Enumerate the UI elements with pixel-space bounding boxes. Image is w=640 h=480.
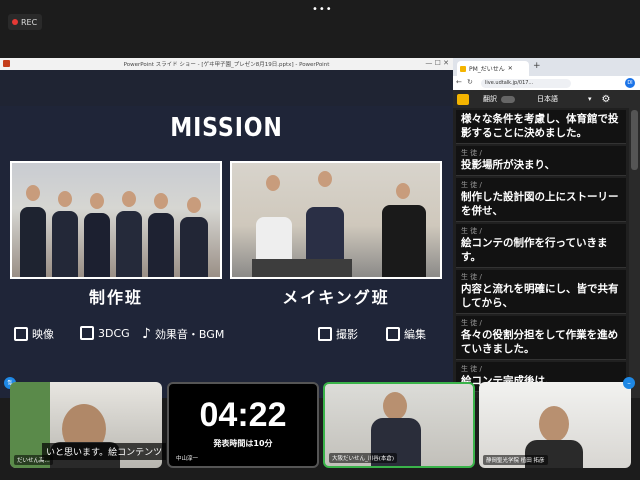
caption-text: 制作した設計図の上にストーリーを併せ、 bbox=[461, 191, 619, 217]
caption-browser-window: PM_だいせん ✕ + ← ↻ live.udtalk.jp/017... DI… bbox=[453, 58, 640, 398]
caption-message: 生 徒 / 投影場所が決まり、 bbox=[456, 146, 626, 176]
participant-tile-3[interactable]: 大阪だいせん_川谷(本倉) bbox=[323, 382, 475, 468]
powerpoint-title-bar[interactable]: PowerPoint スライド ショー - [ゲヰ甲子園_プレゼン8月19日.p… bbox=[0, 58, 453, 70]
browser-tab[interactable]: PM_だいせん ✕ bbox=[457, 61, 529, 76]
language-select[interactable]: 日本語 bbox=[537, 94, 558, 104]
caption-speaker: 生 徒 / bbox=[461, 319, 482, 327]
powerpoint-logo-icon bbox=[3, 60, 10, 67]
caption-speaker: 生 徒 / bbox=[461, 149, 482, 157]
expand-badge-icon[interactable]: – bbox=[623, 377, 635, 389]
translate-toggle[interactable] bbox=[501, 95, 515, 103]
cube-icon bbox=[80, 326, 94, 340]
tab-favicon-icon bbox=[460, 65, 466, 72]
participant-tile-4[interactable]: 静岡聖光学院 植田 拓彦 bbox=[479, 382, 631, 468]
item-shooting: 撮影 bbox=[318, 326, 358, 342]
window-controls[interactable]: — ☐ ✕ bbox=[425, 59, 449, 67]
translate-label: 翻訳 bbox=[483, 95, 497, 103]
caption-text: 投影場所が決まり、 bbox=[461, 159, 556, 171]
new-tab-icon[interactable]: + bbox=[533, 61, 541, 71]
item-sound: ♪ 効果音・BGM bbox=[142, 326, 224, 342]
back-icon[interactable]: ← bbox=[456, 78, 462, 86]
translation-bar: 翻訳 日本語 ▾ ⚙ bbox=[453, 90, 640, 108]
window-menu-button[interactable]: ••• bbox=[312, 4, 333, 15]
caption-speaker: 生 徒 / bbox=[461, 181, 482, 189]
live-subtitle: いと思います。絵コンテンツ bbox=[42, 443, 167, 460]
dropdown-icon[interactable]: ▾ bbox=[588, 95, 592, 103]
video-icon bbox=[14, 327, 28, 341]
browser-tab-bar: PM_だいせん ✕ + bbox=[453, 58, 640, 76]
item-3dcg: 3DCG bbox=[80, 326, 130, 340]
participant-name: 大阪だいせん_川谷(本倉) bbox=[329, 453, 398, 463]
record-dot-icon bbox=[12, 19, 18, 25]
caption-text: 内容と流れを明確にし、皆で共有してから、 bbox=[461, 283, 619, 309]
profile-avatar[interactable]: DI bbox=[625, 78, 635, 88]
timer-tile[interactable]: 04:22 発表時間は10分 中山淳一 bbox=[167, 382, 319, 468]
countdown-timer: 04:22 bbox=[199, 396, 287, 434]
caption-message: 生 徒 / 各々の役割分担をして作業を進めていきました。 bbox=[456, 316, 626, 360]
item-editing: 編集 bbox=[386, 326, 426, 342]
team-left-label: 制作班 bbox=[88, 288, 143, 307]
caption-message: 生 徒 / 絵コンテの制作を行っていきます。 bbox=[456, 224, 626, 268]
app-logo-icon bbox=[457, 93, 469, 105]
caption-text: 様々な条件を考慮し、体育館で投影することに決めました。 bbox=[461, 113, 619, 139]
item-label: 編集 bbox=[404, 328, 426, 341]
production-team-photo bbox=[10, 161, 222, 279]
caption-text: 各々の役割分担をして作業を進めていきました。 bbox=[461, 329, 619, 355]
item-label: 映像 bbox=[32, 328, 54, 341]
item-label: 効果音・BGM bbox=[154, 328, 225, 341]
tab-title: PM_だいせん bbox=[469, 66, 505, 73]
caption-message: 生 徒 / 内容と流れを明確にし、皆で共有してから、 bbox=[456, 270, 626, 314]
edit-icon bbox=[386, 327, 400, 341]
caption-speaker: 生 徒 / bbox=[461, 365, 482, 373]
recording-label: REC bbox=[21, 17, 38, 27]
team-right-label: メイキング班 bbox=[282, 288, 390, 307]
browser-toolbar: ← ↻ live.udtalk.jp/017... DI bbox=[453, 76, 640, 90]
camera-icon bbox=[318, 327, 332, 341]
address-bar[interactable]: live.udtalk.jp/017... bbox=[481, 79, 571, 88]
caption-speaker: 生 徒 / bbox=[461, 227, 482, 235]
timer-caption: 発表時間は10分 bbox=[213, 439, 273, 448]
powerpoint-window: PowerPoint スライド ショー - [ゲヰ甲子園_プレゼン8月19日.p… bbox=[0, 58, 453, 398]
settings-gear-icon[interactable]: ⚙ bbox=[602, 94, 611, 105]
caption-message: 様々な条件を考慮し、体育館で投影することに決めました。 bbox=[456, 110, 626, 144]
item-label: 3DCG bbox=[98, 326, 130, 340]
caption-text: 絵コンテの制作を行っていきます。 bbox=[461, 237, 608, 263]
scrollbar-thumb[interactable] bbox=[631, 110, 638, 170]
participant-name: 中山淳一 bbox=[173, 453, 202, 463]
item-video: 映像 bbox=[14, 326, 54, 342]
powerpoint-title: PowerPoint スライド ショー - [ゲヰ甲子園_プレゼン8月19日.p… bbox=[123, 62, 330, 68]
caption-feed[interactable]: 様々な条件を考慮し、体育館で投影することに決めました。 生 徒 / 投影場所が決… bbox=[453, 108, 629, 398]
caption-message: 生 徒 / 制作した設計図の上にストーリーを併せ、 bbox=[456, 178, 626, 222]
participant-name: 静岡聖光学院 植田 拓彦 bbox=[483, 455, 548, 465]
caption-speaker: 生 徒 / bbox=[461, 273, 482, 281]
recording-indicator: REC bbox=[8, 14, 42, 30]
slide-heading: MISSION bbox=[170, 113, 283, 143]
music-note-icon: ♪ bbox=[142, 326, 151, 342]
item-label: 撮影 bbox=[336, 328, 358, 341]
making-team-photo bbox=[230, 161, 442, 279]
reload-icon[interactable]: ↻ bbox=[467, 78, 473, 86]
close-tab-icon[interactable]: ✕ bbox=[508, 65, 513, 72]
